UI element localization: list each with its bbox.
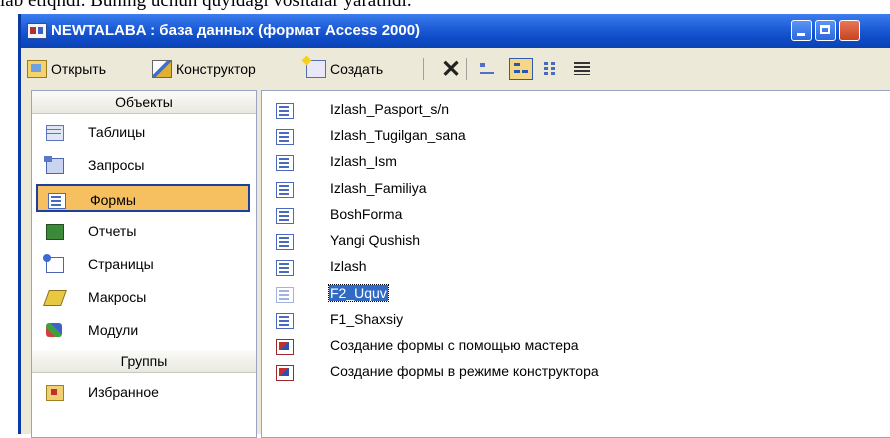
list-item-label: Создание формы с помощью мастера [330,337,579,353]
form-icon [276,103,294,119]
sidebar-item-pages[interactable]: Страницы [36,250,250,278]
table-icon [46,125,64,141]
module-icon [46,323,62,337]
form-icon [276,129,294,145]
list-item-label: Создание формы в режиме конструктора [330,363,599,379]
sidebar-item-label: Макросы [88,289,147,305]
list-item-label: F2_Uquv [328,284,389,302]
document-caption-text: lab etiqndi. Buning uchun quyidagi vosit… [0,0,412,11]
database-window: NEWTALABA : база данных (формат Access 2… [18,14,890,438]
list-item-label: Izlash_Pasport_s/n [330,101,450,117]
sidebar-item-label: Формы [90,192,136,208]
minimize-button[interactable] [791,20,812,41]
sidebar-item-label: Страницы [88,256,154,272]
small-icons-view-icon[interactable] [509,58,533,80]
form-icon [276,208,294,224]
design-button[interactable]: Конструктор [152,60,256,78]
wizard-icon [276,339,294,355]
report-icon [46,224,64,240]
forms-list: Izlash_Pasport_s/n Izlash_Tugilgan_sana … [261,90,890,438]
title-bar[interactable]: NEWTALABA : база данных (формат Access 2… [21,14,890,48]
list-item-label: F1_Shaxsiy [330,311,404,327]
sidebar-item-label: Модули [88,322,139,338]
sidebar-item-modules[interactable]: Модули [36,316,250,344]
favorites-icon [46,385,64,401]
design-icon [152,60,172,78]
sidebar-item-favorites[interactable]: Избранное [36,378,250,406]
list-item-label: Yangi Qushish [330,232,421,248]
sidebar-item-queries[interactable]: Запросы [36,151,250,179]
list-item-label: Izlash_Tugilgan_sana [330,127,466,143]
database-icon [27,23,47,39]
objects-header[interactable]: Объекты [32,91,256,114]
form-icon [276,287,294,303]
design-label: Конструктор [176,61,256,77]
list-item-label: Izlash_Familiya [330,180,427,196]
query-icon [44,156,64,174]
large-icons-view-icon[interactable] [476,58,500,80]
sidebar-item-label: Таблицы [88,124,146,140]
open-icon [27,60,47,78]
delete-icon[interactable]: ✕ [441,55,461,84]
form-icon [276,182,294,198]
design-view-icon [276,365,294,381]
window-title: NEWTALABA : база данных (формат Access 2… [51,22,421,39]
groups-header[interactable]: Группы [32,350,256,373]
sidebar-item-tables[interactable]: Таблицы [36,118,250,146]
page-icon [43,254,64,273]
sidebar-item-forms[interactable]: Формы [36,184,250,212]
sidebar-item-reports[interactable]: Отчеты [36,217,250,245]
form-icon [48,193,66,209]
sidebar-item-label: Избранное [88,384,159,400]
new-button[interactable]: Создать [306,60,383,78]
toolbar-separator [466,58,467,80]
sidebar-item-macros[interactable]: Макросы [36,283,250,311]
form-icon [276,260,294,276]
maximize-button[interactable] [815,20,836,41]
sidebar-item-label: Запросы [88,157,145,173]
form-icon [276,155,294,171]
open-label: Открыть [51,61,106,77]
form-icon [276,234,294,250]
new-icon [306,60,326,78]
list-view-icon[interactable] [541,58,565,80]
toolbar: Открыть Конструктор Создать ✕ [21,48,890,88]
details-view-icon[interactable] [571,58,595,80]
form-icon [276,313,294,329]
toolbar-separator [423,58,424,80]
objects-bar: Объекты Таблицы Запросы Формы Отчеты Стр… [31,90,257,438]
list-item-label: BoshForma [330,206,403,222]
close-button[interactable] [839,20,860,41]
sidebar-item-label: Отчеты [88,223,137,239]
list-item-label: Izlash_Ism [330,153,397,169]
list-item-label: Izlash [330,258,367,274]
macro-icon [43,290,67,306]
open-button[interactable]: Открыть [27,60,106,78]
new-label: Создать [330,61,384,77]
